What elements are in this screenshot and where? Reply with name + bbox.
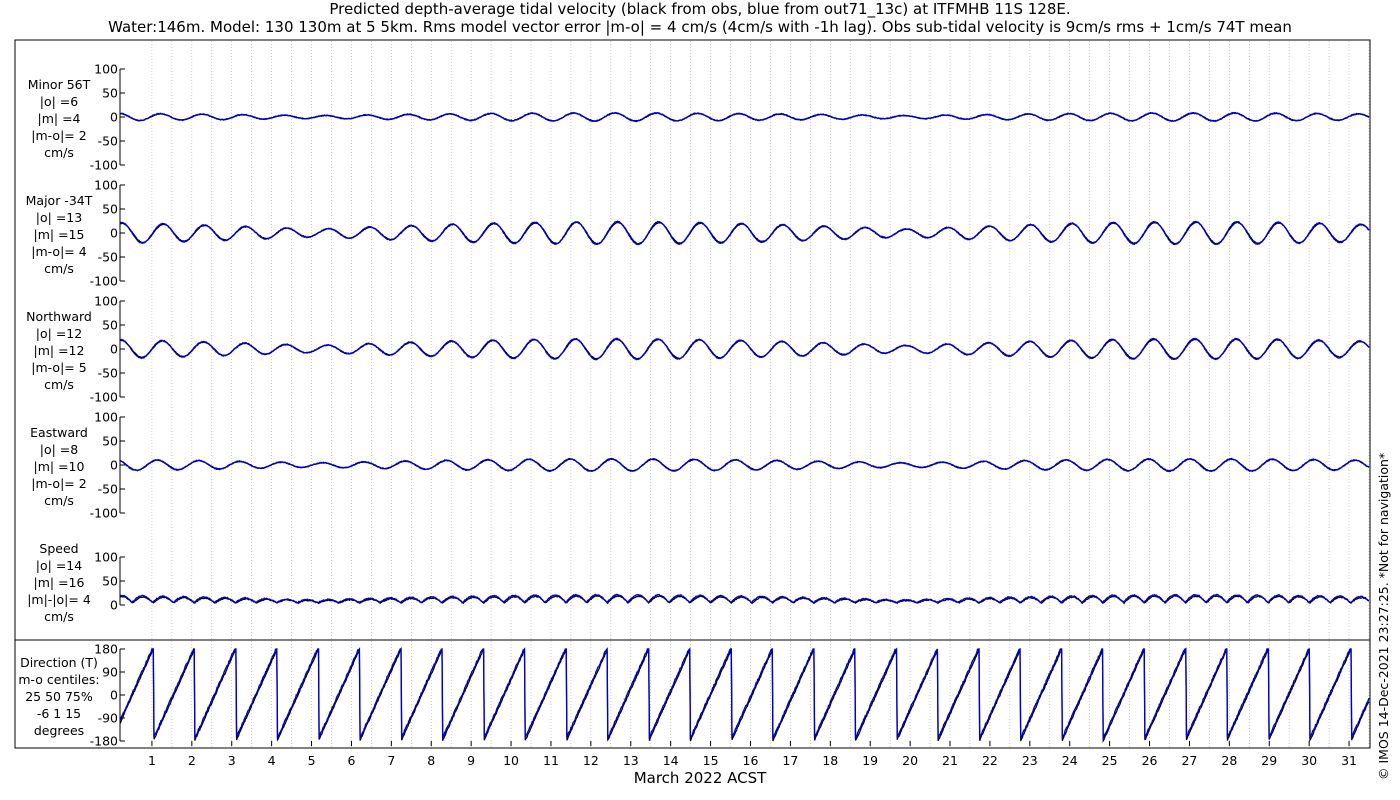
model-series-major <box>119 220 1370 246</box>
y-tick-label: 50 <box>102 318 118 333</box>
panel-label-line: |o| =6 <box>39 94 79 109</box>
x-tick-label: 31 <box>1341 753 1357 768</box>
x-tick-label: 26 <box>1142 753 1158 768</box>
y-tick-label: 100 <box>94 62 118 77</box>
model-series-speed <box>119 593 1370 605</box>
x-tick-label: 11 <box>543 753 559 768</box>
panel-label-line: |m-o|= 5 <box>31 360 87 375</box>
panel-label-line: 25 50 75% <box>25 689 93 704</box>
panel-label-line: -6 1 15 <box>36 706 82 721</box>
model-series-direction <box>119 646 1370 740</box>
panel-label-line: Minor 56T <box>27 77 91 92</box>
panel-label-line: Direction (T) <box>20 655 98 670</box>
panel-label-line: m-o centiles: <box>18 672 100 687</box>
panel-label-line: |m| =4 <box>37 111 81 126</box>
x-tick-label: 29 <box>1261 753 1277 768</box>
x-tick-label: 24 <box>1062 753 1078 768</box>
panel-label-line: |m| =16 <box>33 575 85 590</box>
panel-label-line: cm/s <box>44 145 74 160</box>
copyright-notice: © IMOS 14-Dec-2021 23:27:25. *Not for na… <box>1376 452 1391 780</box>
y-tick-label: 50 <box>102 434 118 449</box>
x-tick-label: 18 <box>822 753 838 768</box>
x-tick-label: 7 <box>387 753 395 768</box>
panel-label-line: Speed <box>39 541 79 556</box>
x-tick-label: 27 <box>1181 753 1197 768</box>
tidal-velocity-plot: 100500-50-100100500-50-100100500-50-1001… <box>14 39 1371 768</box>
panel-label-line: cm/s <box>44 377 74 392</box>
panel-label-line: |o| =14 <box>35 558 83 573</box>
y-tick-label: 100 <box>94 410 118 425</box>
panel-label-line: |m-o|= 2 <box>31 476 87 491</box>
panel-label-direction: Direction (T) m-o centiles: 25 50 75% -6 1 … <box>14 654 104 739</box>
model-series-east <box>119 457 1370 473</box>
panel-label-line: Major -34T <box>25 193 93 208</box>
panel-label-line: |o| =12 <box>35 326 83 341</box>
y-tick-label: 0 <box>110 342 118 357</box>
panel-label-east: Eastward |o| =8 |m| =10 |m-o|= 2 cm/s <box>14 424 104 509</box>
panel-label-line: Eastward <box>30 425 88 440</box>
x-tick-label: 22 <box>982 753 998 768</box>
x-tick-label: 3 <box>228 753 236 768</box>
upper-figure-frame <box>14 39 1371 641</box>
y-tick-label: 90 <box>102 665 118 680</box>
y-tick-label: 0 <box>110 458 118 473</box>
x-tick-label: 12 <box>583 753 599 768</box>
x-tick-label: 1 <box>148 753 156 768</box>
panel-label-speed: Speed |o| =14 |m| =16 |m|-|o|= 4 cm/s <box>14 540 104 625</box>
x-tick-label: 4 <box>268 753 276 768</box>
x-tick-label: 10 <box>503 753 519 768</box>
x-tick-label: 30 <box>1301 753 1317 768</box>
x-tick-label: 9 <box>467 753 475 768</box>
x-tick-label: 21 <box>942 753 958 768</box>
x-axis-label: March 2022 ACST <box>633 769 767 787</box>
x-tick-label: 28 <box>1221 753 1237 768</box>
panel-label-line: |m| =15 <box>33 227 85 242</box>
panel-label-line: |o| =8 <box>39 442 79 457</box>
x-tick-label: 23 <box>1022 753 1038 768</box>
x-tick-label: 6 <box>347 753 355 768</box>
panel-label-line: |m| =10 <box>33 459 85 474</box>
x-tick-label: 5 <box>308 753 316 768</box>
x-tick-label: 15 <box>703 753 719 768</box>
y-tick-label: 50 <box>102 574 118 589</box>
x-tick-label: 8 <box>427 753 435 768</box>
panel-label-major: Major -34T |o| =13 |m| =15 |m-o|= 4 cm/s <box>14 192 104 277</box>
panel-label-line: |m-o|= 4 <box>31 244 87 259</box>
panel-label-north: Northward |o| =12 |m| =12 |m-o|= 5 cm/s <box>14 308 104 393</box>
model-series-north <box>119 337 1370 361</box>
x-tick-label: 25 <box>1102 753 1118 768</box>
x-tick-label: 16 <box>743 753 759 768</box>
panel-label-minor: Minor 56T |o| =6 |m| =4 |m-o|= 2 cm/s <box>14 76 104 161</box>
y-tick-label: 0 <box>110 688 118 703</box>
obs-series-direction <box>119 646 1370 744</box>
x-tick-label: 13 <box>623 753 639 768</box>
panel-label-line: cm/s <box>44 493 74 508</box>
x-tick-label: 14 <box>663 753 679 768</box>
panel-label-line: |m| =12 <box>33 343 85 358</box>
panel-label-line: |m|-|o|= 4 <box>27 592 91 607</box>
y-tick-label: 50 <box>102 202 118 217</box>
x-tick-label: 19 <box>862 753 878 768</box>
panel-label-line: cm/s <box>44 261 74 276</box>
x-tick-label: 20 <box>902 753 918 768</box>
y-tick-label: 0 <box>110 110 118 125</box>
panel-label-line: |m-o|= 2 <box>31 128 87 143</box>
y-tick-label: 0 <box>110 226 118 241</box>
x-tick-label: 2 <box>188 753 196 768</box>
panel-label-line: degrees <box>33 723 85 738</box>
model-series-minor <box>119 111 1370 123</box>
panel-label-line: |o| =13 <box>35 210 83 225</box>
y-tick-label: 0 <box>110 598 118 613</box>
y-tick-label: 50 <box>102 86 118 101</box>
panel-label-line: Northward <box>26 309 92 324</box>
panel-label-line: cm/s <box>44 609 74 624</box>
y-tick-label: 100 <box>94 178 118 193</box>
y-tick-label: 100 <box>94 294 118 309</box>
x-tick-label: 17 <box>782 753 798 768</box>
